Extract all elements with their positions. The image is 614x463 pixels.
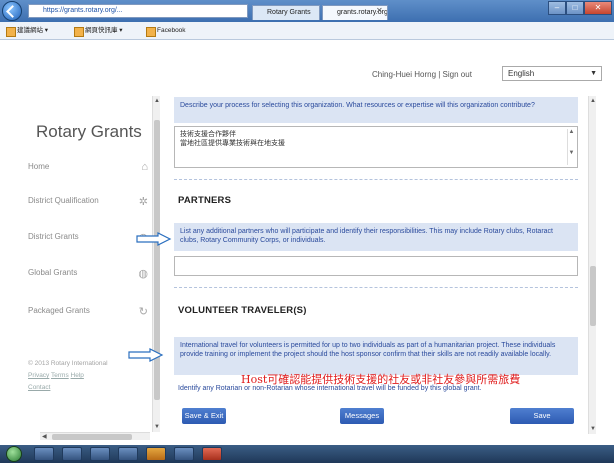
scroll-down-icon[interactable]: ▼ [154, 424, 160, 430]
sidebar: Rotary Grants Home ⌂ District Qualificat… [22, 96, 152, 426]
sidebar-item-packaged-grants[interactable]: Packaged Grants ↻ [28, 306, 150, 320]
maximize-button[interactable]: □ [566, 1, 584, 15]
address-text: https://grants.rotary.org/... [43, 7, 123, 14]
horizontal-scroll-thumb[interactable] [52, 434, 132, 440]
save-exit-button[interactable]: Save & Exit [182, 408, 226, 424]
main-scrollbar[interactable]: ▲ ▼ [588, 96, 596, 434]
tab-close-icon[interactable]: ✕ [376, 7, 384, 15]
sidebar-item-district-qualification[interactable]: District Qualification ✲ [28, 196, 150, 210]
favorite-item-facebook[interactable]: Facebook [146, 25, 186, 37]
sidebar-item-home[interactable]: Home ⌂ [28, 161, 150, 176]
footer-link-contact[interactable]: Contact [28, 384, 50, 391]
app-title: Rotary Grants [36, 122, 142, 141]
textarea-resize-handle[interactable]: ▲ ▼ [567, 129, 575, 165]
callout-arrow-icon [128, 348, 164, 362]
favorites-bar: 建議網站 ▾ 網頁快訊庫 ▾ Facebook [0, 22, 614, 40]
sidebar-item-label: Packaged Grants [28, 306, 90, 315]
taskbar-app-browser[interactable] [174, 447, 194, 461]
sidebar-item-label: District Grants [28, 232, 79, 241]
divider [174, 287, 578, 288]
close-window-button[interactable]: ✕ [584, 1, 612, 15]
window-controls: – □ ✕ [548, 1, 612, 15]
scroll-up-icon[interactable]: ▲ [590, 98, 596, 104]
language-value: English [508, 69, 535, 78]
sidebar-item-label: Global Grants [28, 268, 78, 277]
footer-links: © 2013 Rotary International Privacy Term… [28, 358, 108, 394]
cycle-icon: ↻ [138, 306, 148, 318]
taskbar-app-powerpoint[interactable] [146, 447, 166, 461]
favorite-item-suggested[interactable]: 建議網站 ▾ [6, 25, 48, 37]
section-title-volunteer-travelers: VOLUNTEER TRAVELER(S) [178, 305, 307, 316]
sidebar-scrollbar[interactable]: ▲ ▼ [152, 96, 160, 432]
favorite-item-webslice[interactable]: 網頁快訊庫 ▾ [74, 25, 123, 37]
taskbar-app-media[interactable] [90, 447, 110, 461]
address-bar[interactable]: https://grants.rotary.org/... [28, 4, 248, 18]
scroll-left-icon[interactable]: ◀ [42, 433, 47, 440]
messages-button[interactable]: Messages [340, 408, 384, 424]
sidebar-item-label: Home [28, 162, 50, 171]
taskbar-app-other[interactable] [202, 447, 222, 461]
start-button[interactable] [6, 446, 22, 462]
answer-line-1: 技術支援合作夥伴 [180, 131, 236, 138]
divider [174, 179, 578, 180]
section-title-partners: PARTNERS [178, 195, 232, 206]
language-select[interactable]: English ▼ [502, 66, 602, 81]
taskbar [0, 445, 614, 463]
save-button[interactable]: Save [510, 408, 574, 424]
horizontal-scrollbar[interactable]: ◀ [40, 432, 150, 440]
taskbar-app-explorer[interactable] [62, 447, 82, 461]
sidebar-item-label: District Qualification [28, 196, 99, 205]
partners-field[interactable] [174, 256, 578, 276]
chevron-down-icon: ▼ [590, 70, 597, 77]
footer-link-privacy[interactable]: Privacy [28, 372, 49, 379]
taskbar-app-word[interactable] [118, 447, 138, 461]
sidebar-item-district-grants[interactable]: District Grants ◍ [28, 232, 150, 246]
organization-answer-field[interactable]: 技術支援合作夥伴 當地社區提供專業技術與在地支援 ▲ ▼ [174, 126, 578, 168]
browser-titlebar: https://grants.rotary.org/... Rotary Gra… [0, 0, 614, 22]
copyright-text: © 2013 Rotary International [28, 360, 108, 367]
minimize-button[interactable]: – [548, 1, 566, 15]
question-organization: Describe your process for selecting this… [174, 97, 578, 123]
footer-link-terms[interactable]: Terms [51, 372, 69, 379]
answer-line-2: 當地社區提供專業技術與在地支援 [180, 140, 285, 147]
sidebar-item-global-grants[interactable]: Global Grants ◍ [28, 268, 150, 282]
taskbar-app-ie[interactable] [34, 447, 54, 461]
home-icon: ⌂ [141, 161, 148, 173]
star-icon: ✲ [138, 196, 148, 208]
main-scroll-thumb[interactable] [590, 266, 596, 326]
scroll-down-icon[interactable]: ▼ [590, 426, 596, 432]
user-info[interactable]: Ching-Huei Horng | Sign out [372, 70, 472, 79]
globe-icon: ◍ [138, 268, 148, 280]
volunteer-hint: International travel for volunteers is p… [174, 337, 578, 375]
scroll-up-icon[interactable]: ▲ [154, 98, 160, 104]
callout-arrow-icon [136, 232, 172, 246]
annotation-text: Host可確認能提供技術支援的社友或非社友參與所需旅費 [241, 373, 521, 386]
partners-hint: List any additional partners who will pa… [174, 223, 578, 251]
tab-rotary-grants[interactable]: Rotary Grants [252, 5, 320, 20]
footer-link-help[interactable]: Help [71, 372, 84, 379]
back-button[interactable] [2, 1, 22, 21]
